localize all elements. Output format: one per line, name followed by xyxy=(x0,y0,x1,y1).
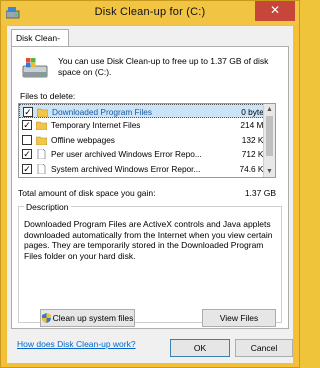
checkbox[interactable] xyxy=(22,134,32,145)
file-name: Downloaded Program Files xyxy=(52,107,153,117)
view-files-button[interactable]: View Files xyxy=(202,309,276,327)
checkbox[interactable]: ✓ xyxy=(22,163,32,174)
folder-icon xyxy=(36,122,47,131)
clean-up-system-files-button[interactable]: Clean up system files xyxy=(40,309,135,327)
file-row-system-archived-wer[interactable]: ✓ System archived Windows Error Repor...… xyxy=(19,162,275,176)
disk-cleanup-window: Disk Clean-up for (C:) ✕ Disk Clean-up Y… xyxy=(0,0,300,368)
checkbox[interactable]: ✓ xyxy=(22,149,32,160)
description-legend: Description xyxy=(24,202,71,212)
description-text: Downloaded Program Files are ActiveX con… xyxy=(24,219,273,261)
clean-up-system-files-label: Clean up system files xyxy=(52,313,134,323)
dialog-client-area: Disk Clean-up You can use Disk Clean-up … xyxy=(7,26,293,363)
tab-disk-cleanup[interactable]: Disk Clean-up xyxy=(11,29,69,60)
uac-shield-icon xyxy=(41,313,51,323)
file-row-downloaded-program-files[interactable]: ✓ Downloaded Program Files 0 bytes xyxy=(19,104,275,119)
checkbox[interactable]: ✓ xyxy=(23,107,33,117)
scroll-up-icon[interactable]: ▲ xyxy=(264,104,275,115)
document-icon xyxy=(37,163,46,174)
title-bar[interactable]: Disk Clean-up for (C:) ✕ xyxy=(1,1,299,25)
total-value: 1.37 GB xyxy=(244,188,276,198)
files-to-delete-label: Files to delete: xyxy=(20,91,76,101)
ok-button[interactable]: OK xyxy=(170,339,230,357)
vertical-scrollbar[interactable]: ▲ ▼ xyxy=(263,104,275,177)
file-name: Per user archived Windows Error Repo... xyxy=(51,149,202,160)
file-row-temporary-internet-files[interactable]: ✓ Temporary Internet Files 214 MB xyxy=(19,118,275,132)
file-row-per-user-archived-wer[interactable]: ✓ Per user archived Windows Error Repo..… xyxy=(19,147,275,161)
files-list[interactable]: ✓ Downloaded Program Files 0 bytes ✓ Tem… xyxy=(18,103,276,178)
scroll-thumb[interactable] xyxy=(266,116,273,156)
folder-icon xyxy=(37,108,48,117)
document-icon xyxy=(37,149,46,160)
total-label: Total amount of disk space you gain: xyxy=(18,188,156,198)
tab-panel: You can use Disk Clean-up to free up to … xyxy=(11,46,289,329)
scroll-down-icon[interactable]: ▼ xyxy=(264,166,275,177)
file-name: System archived Windows Error Repor... xyxy=(51,163,201,174)
cancel-button[interactable]: Cancel xyxy=(235,339,293,357)
intro-text: You can use Disk Clean-up to free up to … xyxy=(58,56,269,77)
folder-icon xyxy=(36,136,47,145)
help-link[interactable]: How does Disk Clean-up work? xyxy=(17,339,136,349)
checkbox[interactable]: ✓ xyxy=(22,120,32,131)
close-button[interactable]: ✕ xyxy=(255,1,295,21)
file-name: Offline webpages xyxy=(51,134,115,145)
file-name: Temporary Internet Files xyxy=(51,120,141,131)
file-row-offline-webpages[interactable]: Offline webpages 132 KB xyxy=(19,133,275,147)
hard-drive-icon xyxy=(22,58,48,78)
description-group: Description Downloaded Program Files are… xyxy=(18,202,282,323)
